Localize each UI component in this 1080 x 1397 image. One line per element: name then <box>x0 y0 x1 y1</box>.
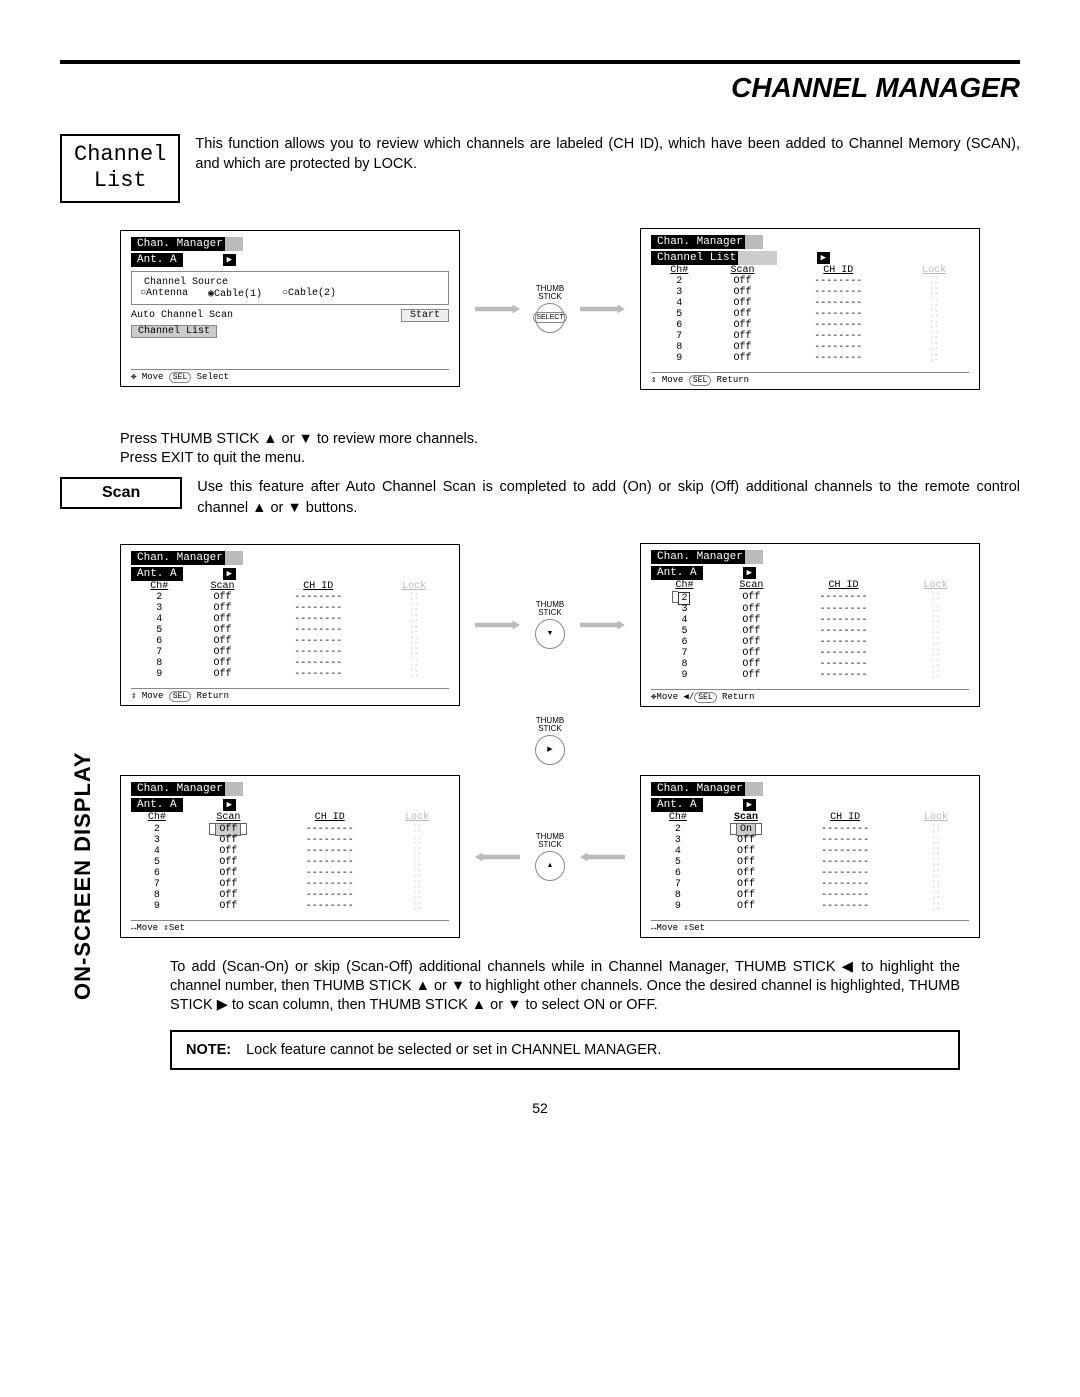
radio-cable2[interactable]: ○Cable(2) <box>282 288 336 300</box>
table-row: 3Off--------⛶ <box>131 835 449 846</box>
thumbstick-down-icon: THUMB STICK ▼ <box>535 601 565 649</box>
side-section-label: ON-SCREEN DISPLAY <box>70 752 96 1000</box>
table-row: 3Off--------⛶ <box>651 604 969 615</box>
auto-channel-scan-label: Auto Channel Scan <box>131 310 233 321</box>
note-box: NOTE: Lock feature cannot be selected or… <box>170 1030 960 1070</box>
table-row: 6Off--------⛶ <box>651 320 969 331</box>
table-row: 2On--------⛶ <box>651 823 969 836</box>
table-row: 7Off--------⛶ <box>651 879 969 890</box>
table-row: 6Off--------⛶ <box>651 637 969 648</box>
osd-tab: Chan. Manager <box>131 237 229 251</box>
table-row: 7Off--------⛶ <box>651 648 969 659</box>
table-row: 5Off--------⛶ <box>131 625 449 636</box>
page-header: CHANNEL MANAGER <box>60 72 1020 104</box>
table-row: 6Off--------⛶ <box>131 868 449 879</box>
table-row: 7Off--------⛶ <box>131 647 449 658</box>
table-row: 9Off--------⛶ <box>651 670 969 681</box>
channel-table: Ch#ScanCH IDLock2Off--------⛶3Off-------… <box>651 580 969 681</box>
scan-instructions: To add (Scan-On) or skip (Scan-Off) addi… <box>170 958 960 1015</box>
channel-table: Ch#ScanCH IDLock2Off--------⛶3Off-------… <box>131 812 449 913</box>
start-button[interactable]: Start <box>401 309 449 322</box>
table-row: 5Off--------⛶ <box>651 309 969 320</box>
review-instructions: Press THUMB STICK ▲ or ▼ to review more … <box>120 430 960 468</box>
table-row: 5Off--------⛶ <box>131 857 449 868</box>
table-row: 4Off--------⛶ <box>131 614 449 625</box>
channel-table: Ch#ScanCH IDLock2Off--------⛶3Off-------… <box>651 265 969 364</box>
table-row: 4Off--------⛶ <box>131 846 449 857</box>
table-row: 3Off--------⛶ <box>651 287 969 298</box>
table-row: 2Off--------⛶ <box>131 592 449 603</box>
radio-cable1[interactable]: ◉Cable(1) <box>208 288 262 300</box>
arrow-right-icon <box>475 308 520 309</box>
arrow-right-icon <box>580 308 625 309</box>
osd-panel-a: Chan. Manager Ant. A▶Ch#ScanCH IDLock2Of… <box>120 544 460 706</box>
table-row: 7Off--------⛶ <box>131 879 449 890</box>
osd-panel-b: Chan. Manager Ant. A▶Ch#ScanCH IDLock2Of… <box>640 543 980 707</box>
thumbstick-icon: THUMB STICK SELECT <box>535 285 565 333</box>
table-row: 8Off--------⛶ <box>651 659 969 670</box>
table-row: 7Off--------⛶ <box>651 331 969 342</box>
table-row: 9Off--------⛶ <box>651 353 969 364</box>
channel-list-button[interactable]: Channel List <box>131 325 217 338</box>
channel-list-label: Channel List <box>60 134 180 203</box>
channel-table: Ch#ScanCH IDLock2Off--------⛶3Off-------… <box>131 581 449 680</box>
osd-panel-c: Chan. Manager Ant. A▶Ch#ScanCH IDLock2Of… <box>120 775 460 939</box>
table-row: 9Off--------⛶ <box>131 901 449 912</box>
radio-antenna[interactable]: ○Antenna <box>140 288 188 300</box>
channel-list-desc: This function allows you to review which… <box>195 134 1020 175</box>
table-row: 8Off--------⛶ <box>651 890 969 901</box>
osd-subtab: Ant. A <box>131 253 183 267</box>
table-row: 6Off--------⛶ <box>651 868 969 879</box>
scan-desc: Use this feature after Auto Channel Scan… <box>197 477 1020 518</box>
table-row: 9Off--------⛶ <box>131 669 449 680</box>
osd-panel-d: Chan. Manager Ant. A▶Ch#ScanCH IDLock2On… <box>640 775 980 939</box>
note-label: NOTE: <box>186 1042 231 1058</box>
table-row: 2Off--------⛶ <box>651 276 969 287</box>
thumbstick-up-icon: THUMB STICK ▲ <box>535 833 565 881</box>
table-row: 2Off--------⛶ <box>131 823 449 836</box>
table-row: 9Off--------⛶ <box>651 901 969 912</box>
table-row: 4Off--------⛶ <box>651 615 969 626</box>
table-row: 8Off--------⛶ <box>131 658 449 669</box>
channel-source-title: Channel Source <box>140 277 232 288</box>
osd-panel-chan-manager: Chan. Manager Ant. A▶ Channel Source ○An… <box>120 230 460 387</box>
table-row: 5Off--------⛶ <box>651 857 969 868</box>
table-row: 5Off--------⛶ <box>651 626 969 637</box>
table-row: 3Off--------⛶ <box>651 835 969 846</box>
scan-label: Scan <box>60 477 182 508</box>
table-row: 8Off--------⛶ <box>651 342 969 353</box>
table-row: 8Off--------⛶ <box>131 890 449 901</box>
page-number: 52 <box>60 1100 1020 1116</box>
channel-table: Ch#ScanCH IDLock2On--------⛶3Off--------… <box>651 812 969 913</box>
table-row: 4Off--------⛶ <box>651 298 969 309</box>
thumbstick-right-icon: THUMB STICK ▶ <box>535 717 565 765</box>
note-text: Lock feature cannot be selected or set i… <box>246 1042 661 1058</box>
table-row: 6Off--------⛶ <box>131 636 449 647</box>
table-row: 3Off--------⛶ <box>131 603 449 614</box>
table-row: 4Off--------⛶ <box>651 846 969 857</box>
osd-panel-channel-list: Chan. Manager Channel List ▶Ch#ScanCH ID… <box>640 228 980 390</box>
table-row: 2Off--------⛶ <box>651 591 969 604</box>
